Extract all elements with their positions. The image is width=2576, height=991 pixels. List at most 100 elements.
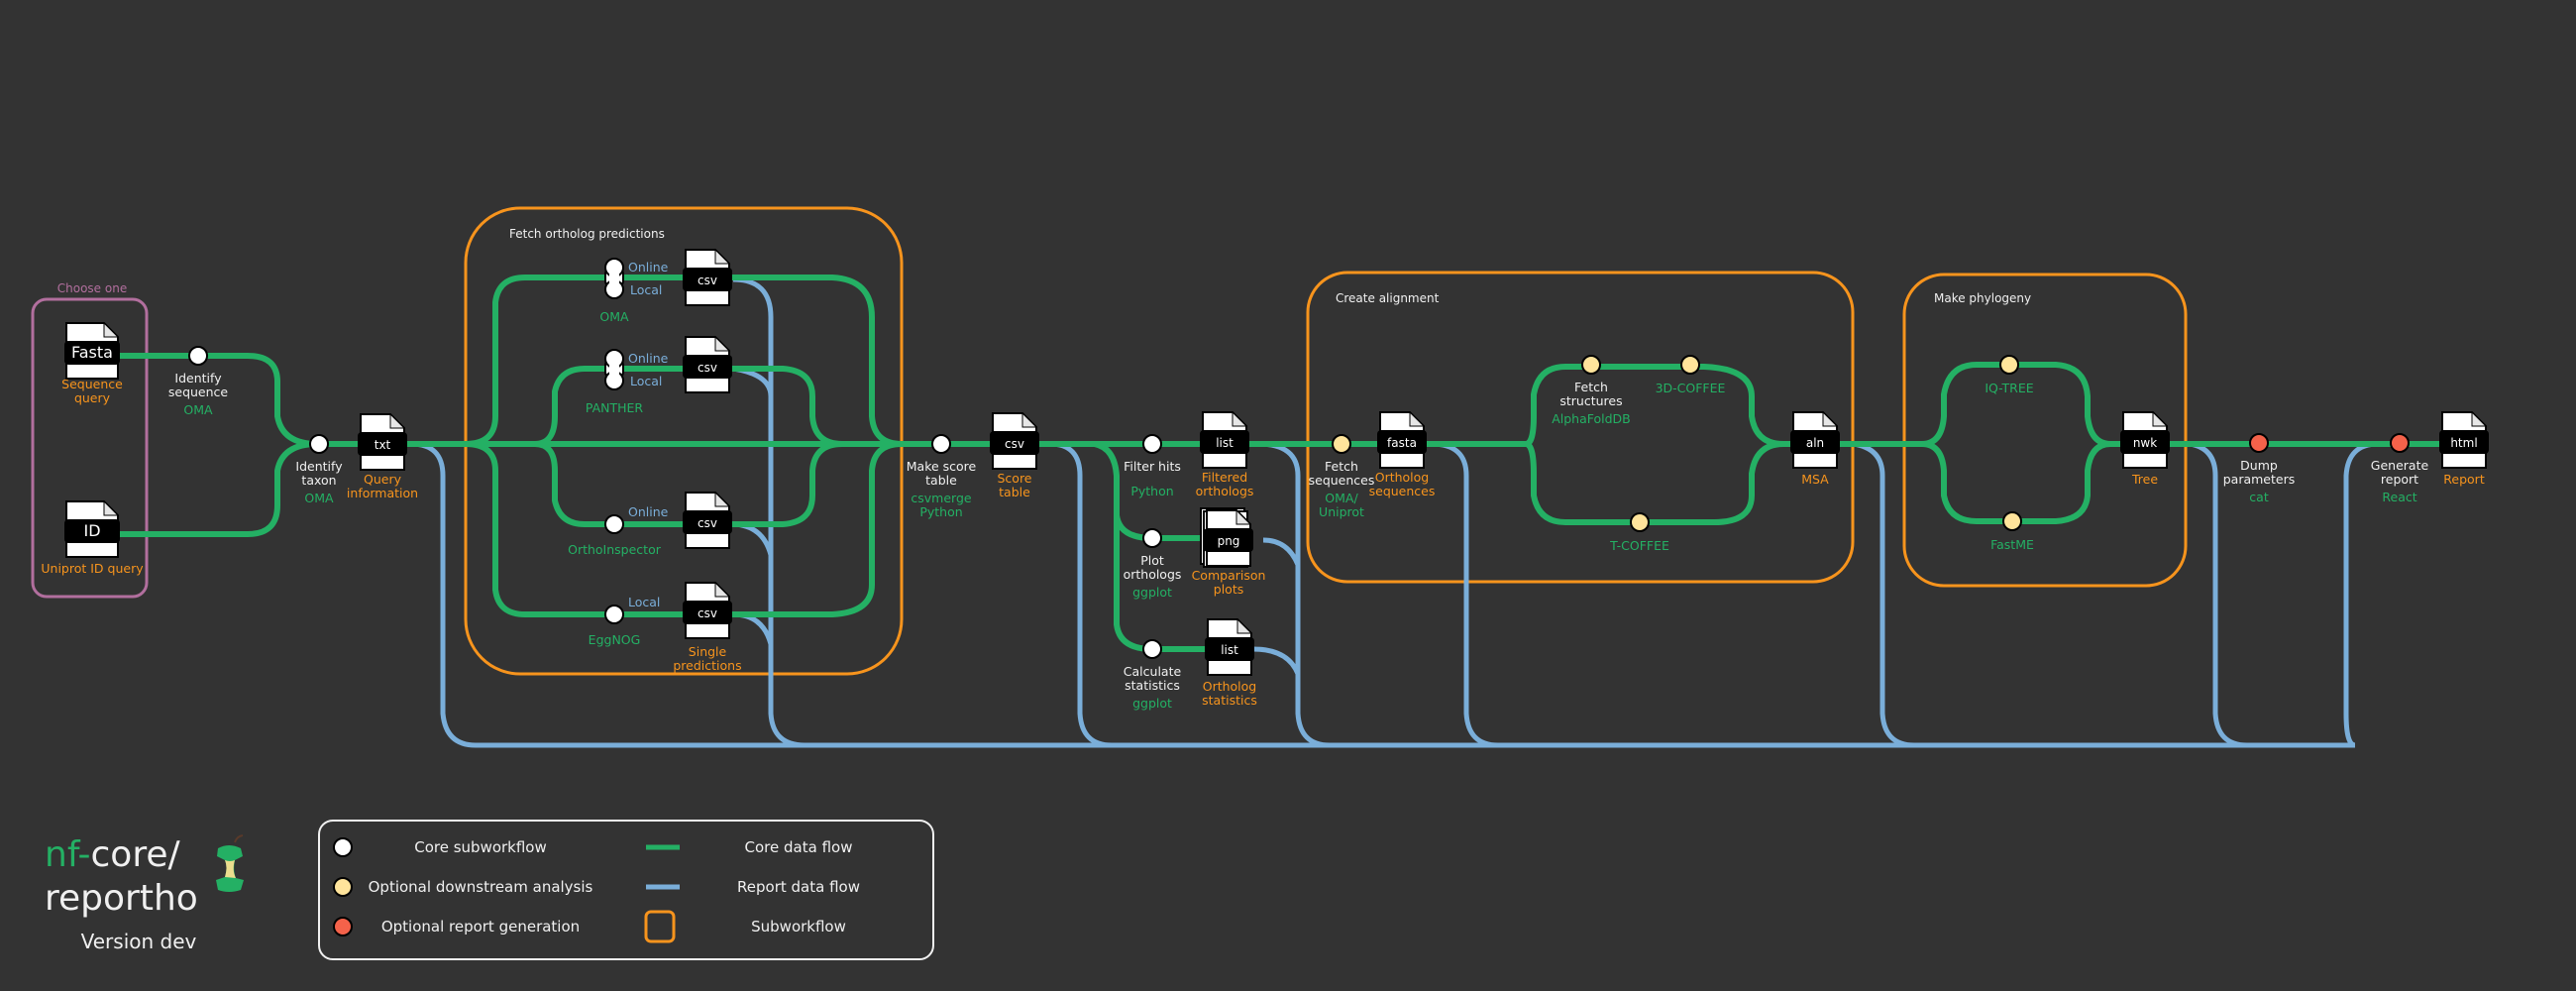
file-ext: nwk bbox=[2133, 436, 2157, 450]
file-corner bbox=[389, 412, 406, 429]
file-tree[interactable]: nwk Tree bbox=[2120, 410, 2170, 487]
file-ext: html bbox=[2450, 436, 2477, 450]
file-label: orthologs bbox=[1196, 484, 1254, 498]
file-msa[interactable]: aln MSA bbox=[1790, 410, 1840, 487]
file-label: Score bbox=[997, 471, 1031, 486]
file-corner bbox=[714, 335, 731, 352]
tool-label: FastME bbox=[1990, 537, 2034, 552]
core-node-icon bbox=[1142, 639, 1162, 659]
step-label: Identify bbox=[295, 459, 343, 474]
file-ext: csv bbox=[1005, 437, 1024, 451]
report-line-stats bbox=[1252, 646, 1301, 676]
fetch-orthologs-title: Fetch ortholog predictions bbox=[509, 227, 665, 241]
node-make-score-table[interactable]: Make scoretable csvmergePython bbox=[907, 434, 977, 519]
core-line-fastme bbox=[1919, 441, 2113, 524]
step-label: Filter hits bbox=[1124, 459, 1181, 474]
node-3d-coffee[interactable]: 3D-COFFEE bbox=[1656, 355, 1726, 395]
step-label: Calculate bbox=[1124, 664, 1182, 679]
file-ext: txt bbox=[375, 438, 391, 452]
tool-label: EggNOG bbox=[589, 632, 641, 647]
file-eggnog-csv[interactable]: csv Singlepredictions bbox=[673, 581, 742, 673]
step-label: structures bbox=[1559, 393, 1622, 408]
report-line-orthoinspector bbox=[732, 521, 774, 556]
legend-subworkflow-icon bbox=[644, 910, 676, 943]
report-line-score bbox=[1049, 441, 1113, 748]
file-ext: png bbox=[1218, 534, 1240, 548]
file-label: information bbox=[347, 486, 418, 500]
step-label: taxon bbox=[301, 473, 336, 488]
file-score-table[interactable]: csv Scoretable bbox=[990, 411, 1039, 499]
file-label: Single bbox=[689, 644, 727, 659]
source-label: Local bbox=[630, 282, 662, 297]
node-orthoinspector[interactable]: Online OrthoInspector bbox=[568, 504, 669, 557]
step-label: Fetch bbox=[1574, 380, 1608, 394]
optional-node-icon bbox=[1332, 434, 1351, 454]
legend-subworkflow-label: Subworkflow bbox=[751, 918, 846, 936]
version-label: Version dev bbox=[81, 930, 197, 953]
file-label: Comparison bbox=[1192, 568, 1266, 583]
input-fasta[interactable]: Fasta Sequencequery bbox=[61, 321, 123, 405]
report-line-filtered bbox=[1257, 441, 1331, 748]
step-label: table bbox=[925, 473, 957, 488]
pipeline-diagram: Choose one Fetch ortholog predictions Cr… bbox=[31, 206, 2489, 960]
file-ext: aln bbox=[1806, 436, 1824, 450]
file-corner bbox=[1409, 410, 1426, 427]
report-node-icon bbox=[2249, 433, 2269, 453]
core-line-id bbox=[116, 441, 320, 537]
tool-label: OMA bbox=[304, 491, 334, 505]
node-eggnog[interactable]: Local EggNOG bbox=[589, 595, 661, 647]
file-orthoinspector-csv[interactable]: csv bbox=[683, 491, 732, 549]
input-label: Sequence bbox=[61, 377, 123, 391]
file-ortholog-statistics[interactable]: list Orthologstatistics bbox=[1202, 617, 1257, 708]
file-comparison-plots[interactable]: png Comparisonplots bbox=[1192, 507, 1266, 597]
file-ext: csv bbox=[698, 361, 717, 375]
tool-label: OMA/ bbox=[1325, 491, 1358, 505]
legend-report-node-icon bbox=[333, 917, 353, 936]
core-data-flow bbox=[116, 275, 2470, 652]
step-label: statistics bbox=[1125, 678, 1180, 693]
legend-report-node-label: Optional report generation bbox=[381, 918, 580, 936]
optional-node-icon bbox=[1581, 355, 1601, 375]
file-corner bbox=[1822, 410, 1839, 427]
core-node-icon bbox=[188, 346, 208, 366]
file-corner bbox=[103, 499, 120, 516]
core-line-tcoffee bbox=[1523, 441, 1786, 525]
file-label: Report bbox=[2443, 472, 2485, 487]
file-ext: fasta bbox=[1387, 436, 1417, 450]
file-corner bbox=[714, 248, 731, 265]
file-label: MSA bbox=[1801, 472, 1829, 487]
node-panther[interactable]: Online Local PANTHER bbox=[586, 349, 669, 415]
input-uniprot[interactable]: ID Uniprot ID query bbox=[41, 499, 144, 576]
legend-core-node-label: Core subworkflow bbox=[414, 838, 547, 856]
optional-node-icon bbox=[1630, 512, 1650, 532]
core-node-icon bbox=[1142, 434, 1162, 454]
tool-label: PANTHER bbox=[586, 400, 644, 415]
step-label: sequences bbox=[1309, 473, 1375, 488]
node-fetch-sequences[interactable]: Fetchsequences OMA/Uniprot bbox=[1309, 434, 1375, 519]
file-oma-csv[interactable]: csv bbox=[683, 248, 732, 306]
source-label: Online bbox=[628, 260, 669, 275]
file-query-info[interactable]: txt Queryinformation bbox=[347, 412, 418, 500]
file-ortholog-sequences[interactable]: fasta Orthologsequences bbox=[1369, 410, 1436, 498]
tool-label: ggplot bbox=[1132, 585, 1172, 600]
file-corner bbox=[2152, 410, 2169, 427]
report-line-plots bbox=[1262, 537, 1301, 567]
core-line-fasta bbox=[116, 353, 320, 447]
file-label: predictions bbox=[673, 658, 741, 673]
tool-label: OMA bbox=[183, 402, 213, 417]
file-label: Filtered bbox=[1202, 470, 1247, 485]
file-filtered-orthologs[interactable]: list Filteredorthologs bbox=[1196, 410, 1254, 498]
file-report[interactable]: html Report bbox=[2439, 410, 2489, 487]
report-line-tree bbox=[2189, 441, 2248, 748]
file-corner bbox=[103, 321, 120, 338]
file-panther-csv[interactable]: csv bbox=[683, 335, 732, 393]
report-line-panther bbox=[732, 366, 774, 397]
dual-node-fill bbox=[609, 363, 619, 377]
file-corner bbox=[1236, 617, 1253, 634]
file-corner bbox=[714, 581, 731, 598]
node-oma[interactable]: Online LocalOMA bbox=[599, 258, 669, 324]
file-ext: Fasta bbox=[71, 343, 113, 362]
legend-optional-node-icon bbox=[333, 877, 353, 897]
tool-label: cat bbox=[2249, 490, 2269, 504]
step-label: parameters bbox=[2223, 472, 2296, 487]
